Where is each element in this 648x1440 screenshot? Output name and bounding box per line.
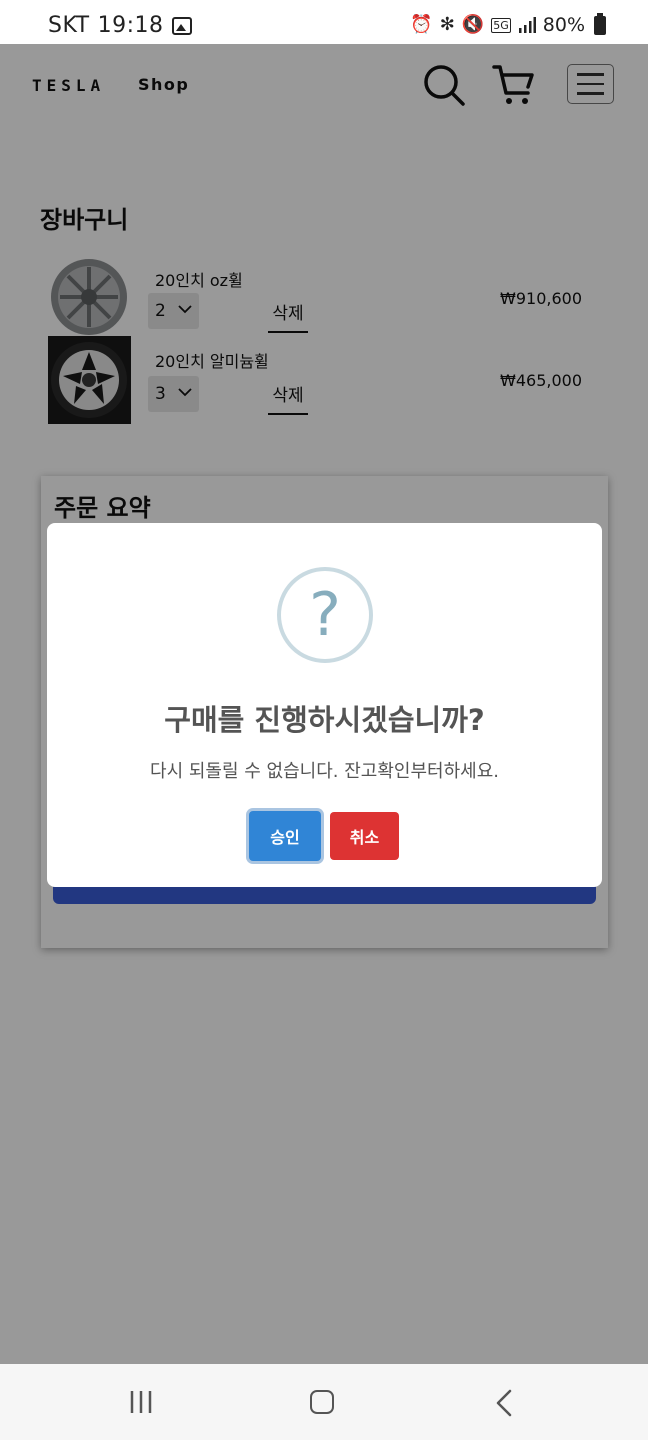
battery-label: 80% [542, 14, 585, 36]
status-bar: SKT 19:18 ⏰ ✻ 🔇 5G 80% [0, 0, 648, 44]
cancel-button[interactable]: 취소 [330, 812, 399, 860]
carrier-label: SKT [48, 13, 90, 38]
signal-icon [518, 17, 536, 33]
battery-icon [594, 12, 606, 35]
recent-apps-icon[interactable] [129, 1389, 155, 1415]
system-nav-bar [0, 1364, 648, 1440]
image-icon [171, 16, 192, 35]
mute-icon: 🔇 [461, 14, 485, 35]
home-icon[interactable] [310, 1390, 334, 1414]
status-right: ⏰ ✻ 🔇 5G 80% [410, 12, 606, 36]
dialog-title: 구매를 진행하시겠습니까? [164, 703, 485, 737]
status-left: SKT 19:18 [48, 13, 192, 38]
confirm-button[interactable]: 승인 [249, 811, 321, 861]
clock: 19:18 [97, 13, 164, 38]
dialog-text: 다시 되돌릴 수 없습니다. 잔고확인부터하세요. [150, 761, 499, 782]
bluetooth-icon: ✻ [439, 14, 455, 35]
confirm-dialog: ? 구매를 진행하시겠습니까? 다시 되돌릴 수 없습니다. 잔고확인부터하세요… [47, 523, 602, 887]
question-icon: ? [277, 567, 373, 663]
back-icon[interactable] [494, 1389, 514, 1417]
network-label: 5G [491, 17, 511, 33]
alarm-icon: ⏰ [410, 14, 433, 35]
